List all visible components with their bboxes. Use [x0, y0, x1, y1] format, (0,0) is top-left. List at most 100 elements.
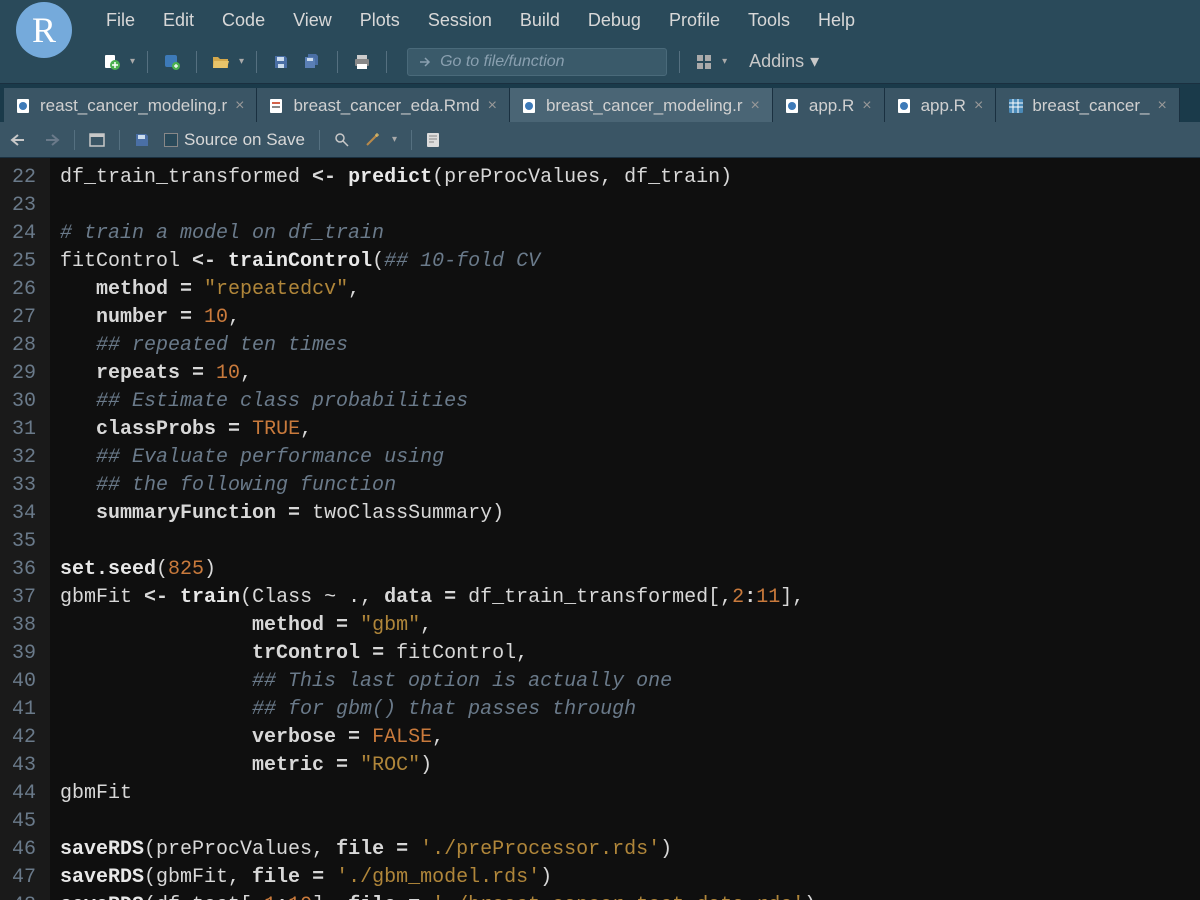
line-number: 41 — [10, 696, 36, 724]
goto-file-input[interactable]: Go to file/function — [407, 48, 667, 76]
menu-profile[interactable]: Profile — [669, 10, 720, 31]
folder-open-icon — [212, 54, 230, 70]
menu-build[interactable]: Build — [520, 10, 560, 31]
code-line[interactable]: saveRDS(gbmFit, file = './gbm_model.rds'… — [60, 864, 1190, 892]
code-content[interactable]: df_train_transformed <- predict(preProcV… — [50, 158, 1200, 900]
tab-close-button[interactable]: × — [488, 97, 497, 115]
save-all-button[interactable] — [301, 50, 325, 74]
tab-close-button[interactable]: × — [862, 97, 871, 115]
code-line[interactable]: df_train_transformed <- predict(preProcV… — [60, 164, 1190, 192]
code-editor[interactable]: 2223242526272829303132333435363738394041… — [0, 158, 1200, 900]
grid-button[interactable] — [692, 50, 716, 74]
line-number: 48 — [10, 892, 36, 900]
code-line[interactable]: # train a model on df_train — [60, 220, 1190, 248]
code-line[interactable] — [60, 192, 1190, 220]
editor-tab[interactable]: reast_cancer_modeling.r× — [4, 88, 257, 122]
nav-forward-button[interactable] — [42, 133, 60, 147]
tab-close-button[interactable]: × — [974, 97, 983, 115]
menu-session[interactable]: Session — [428, 10, 492, 31]
tab-close-button[interactable]: × — [751, 97, 760, 115]
code-line[interactable]: saveRDS(df_test[,1:10], file = './breast… — [60, 892, 1190, 900]
dropdown-caret-icon[interactable]: ▾ — [392, 134, 397, 145]
code-line[interactable]: trControl = fitControl, — [60, 640, 1190, 668]
show-in-new-window-button[interactable] — [89, 133, 105, 147]
line-number: 46 — [10, 836, 36, 864]
tab-close-button[interactable]: × — [235, 97, 244, 115]
dropdown-caret-icon[interactable]: ▾ — [722, 56, 727, 67]
code-line[interactable]: set.seed(825) — [60, 556, 1190, 584]
editor-tab[interactable]: breast_cancer_eda.Rmd× — [257, 88, 510, 122]
code-line[interactable]: verbose = FALSE, — [60, 724, 1190, 752]
addins-menu[interactable]: Addins ▾ — [749, 51, 819, 72]
file-type-icon — [785, 98, 801, 114]
menu-edit[interactable]: Edit — [163, 10, 194, 31]
line-number: 25 — [10, 248, 36, 276]
code-line[interactable]: ## Evaluate performance using — [60, 444, 1190, 472]
code-line[interactable]: gbmFit <- train(Class ~ ., data = df_tra… — [60, 584, 1190, 612]
line-number: 38 — [10, 612, 36, 640]
nav-back-button[interactable] — [10, 133, 28, 147]
toolbar-separator — [256, 51, 257, 73]
menu-view[interactable]: View — [293, 10, 332, 31]
line-number: 22 — [10, 164, 36, 192]
main-toolbar: ▾ ▾ Go to file/function ▾ — [0, 40, 1200, 84]
code-line[interactable]: ## This last option is actually one — [60, 668, 1190, 696]
editor-tab[interactable]: breast_cancer_modeling.r× — [510, 88, 773, 122]
menu-code[interactable]: Code — [222, 10, 265, 31]
code-line[interactable]: number = 10, — [60, 304, 1190, 332]
menu-help[interactable]: Help — [818, 10, 855, 31]
menu-file[interactable]: File — [106, 10, 135, 31]
line-number: 43 — [10, 752, 36, 780]
code-line[interactable] — [60, 808, 1190, 836]
file-type-icon — [269, 98, 285, 114]
code-line[interactable]: gbmFit — [60, 780, 1190, 808]
toolbar-separator — [411, 130, 412, 150]
code-line[interactable]: summaryFunction = twoClassSummary) — [60, 500, 1190, 528]
save-icon — [134, 132, 150, 148]
source-on-save-checkbox[interactable]: Source on Save — [164, 130, 305, 150]
print-button[interactable] — [350, 50, 374, 74]
menu-items: File Edit Code View Plots Session Build Debug Pr… — [106, 10, 855, 31]
code-line[interactable] — [60, 528, 1190, 556]
save-source-button[interactable] — [134, 132, 150, 148]
editor-tab[interactable]: app.R × — [885, 88, 997, 122]
arrow-left-icon — [10, 133, 28, 147]
find-button[interactable] — [334, 132, 350, 148]
grid-icon — [696, 54, 712, 70]
menu-plots[interactable]: Plots — [360, 10, 400, 31]
code-line[interactable]: classProbs = TRUE, — [60, 416, 1190, 444]
open-file-button[interactable] — [209, 50, 233, 74]
file-type-icon — [1008, 98, 1024, 114]
code-line[interactable]: ## the following function — [60, 472, 1190, 500]
editor-tab[interactable]: breast_cancer_ × — [996, 88, 1180, 122]
save-button[interactable] — [269, 50, 293, 74]
tab-label: app.R — [921, 96, 966, 116]
code-line[interactable]: ## for gbm() that passes through — [60, 696, 1190, 724]
print-icon — [353, 54, 371, 70]
compile-report-button[interactable] — [426, 132, 440, 148]
code-line[interactable]: ## repeated ten times — [60, 332, 1190, 360]
line-number-gutter: 2223242526272829303132333435363738394041… — [0, 158, 50, 900]
code-line[interactable]: fitControl <- trainControl(## 10-fold CV — [60, 248, 1190, 276]
search-icon — [334, 132, 350, 148]
tab-label: breast_cancer_ — [1032, 96, 1149, 116]
menu-debug[interactable]: Debug — [588, 10, 641, 31]
code-line[interactable]: method = "gbm", — [60, 612, 1190, 640]
code-line[interactable]: ## Estimate class probabilities — [60, 388, 1190, 416]
dropdown-caret-icon[interactable]: ▾ — [130, 56, 135, 67]
line-number: 36 — [10, 556, 36, 584]
editor-tabs: reast_cancer_modeling.r×breast_cancer_ed… — [0, 84, 1200, 122]
code-line[interactable]: method = "repeatedcv", — [60, 276, 1190, 304]
code-line[interactable]: saveRDS(preProcValues, file = './preProc… — [60, 836, 1190, 864]
dropdown-caret-icon[interactable]: ▾ — [239, 56, 244, 67]
new-file-icon — [103, 53, 121, 71]
menu-tools[interactable]: Tools — [748, 10, 790, 31]
new-project-button[interactable] — [160, 50, 184, 74]
editor-tab[interactable]: app.R× — [773, 88, 885, 122]
line-number: 45 — [10, 808, 36, 836]
tab-close-button[interactable]: × — [1158, 97, 1167, 115]
code-line[interactable]: metric = "ROC") — [60, 752, 1190, 780]
new-file-button[interactable] — [100, 50, 124, 74]
code-tools-button[interactable] — [364, 132, 380, 148]
code-line[interactable]: repeats = 10, — [60, 360, 1190, 388]
